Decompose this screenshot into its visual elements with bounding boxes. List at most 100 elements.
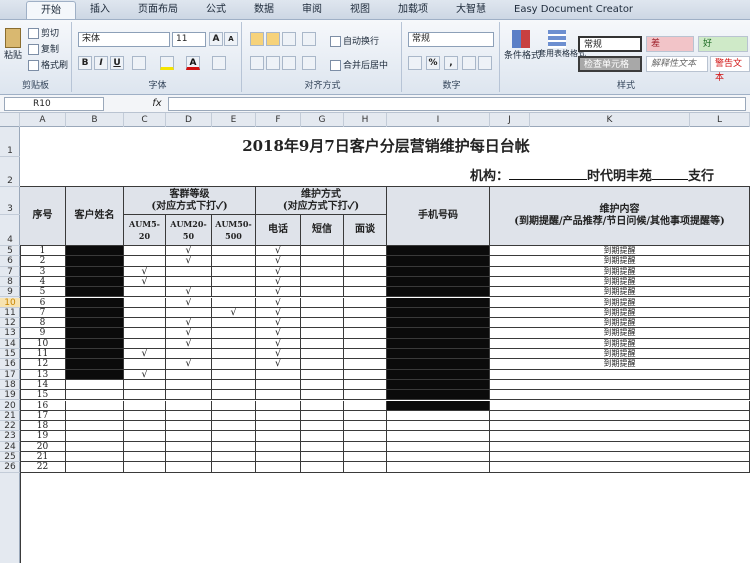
column-header[interactable]: K bbox=[530, 113, 690, 127]
row-header[interactable]: 5 bbox=[0, 246, 20, 257]
aum-cell[interactable] bbox=[166, 452, 212, 463]
content-cell[interactable] bbox=[490, 441, 750, 452]
mobile-cell[interactable] bbox=[387, 318, 490, 329]
meet-cell[interactable] bbox=[344, 246, 387, 257]
percent-button[interactable]: % bbox=[426, 56, 440, 70]
select-all-corner[interactable] bbox=[0, 113, 20, 127]
sms-cell[interactable] bbox=[301, 452, 344, 463]
phone-cell[interactable]: √ bbox=[256, 359, 301, 370]
aum-cell[interactable] bbox=[166, 431, 212, 442]
aum-cell[interactable] bbox=[124, 410, 166, 422]
mobile-cell[interactable] bbox=[387, 452, 490, 463]
aum-cell[interactable] bbox=[124, 421, 166, 432]
meet-cell[interactable] bbox=[344, 441, 387, 452]
mobile-cell[interactable] bbox=[387, 359, 490, 370]
aum-cell[interactable] bbox=[212, 400, 256, 411]
ribbon-tab[interactable]: 视图 bbox=[336, 1, 384, 19]
seq-cell[interactable]: 5 bbox=[20, 287, 66, 298]
customer-name-cell[interactable] bbox=[66, 462, 124, 473]
font-shrink-button[interactable]: A bbox=[224, 32, 238, 46]
aum-cell[interactable]: √ bbox=[124, 266, 166, 277]
content-cell[interactable]: 到期提醒 bbox=[490, 287, 750, 298]
sms-cell[interactable] bbox=[301, 256, 344, 267]
row-header[interactable]: 23 bbox=[0, 431, 20, 442]
style-warning[interactable]: 警告文本 bbox=[710, 56, 750, 83]
align-bottom-icon[interactable] bbox=[282, 32, 296, 46]
seq-cell[interactable]: 1 bbox=[20, 246, 66, 257]
seq-cell[interactable]: 14 bbox=[20, 379, 66, 391]
font-name-select[interactable]: 宋体 bbox=[78, 32, 170, 47]
aum-cell[interactable] bbox=[212, 287, 256, 298]
customer-name-cell[interactable] bbox=[66, 400, 124, 411]
sms-cell[interactable] bbox=[301, 349, 344, 360]
meet-cell[interactable] bbox=[344, 452, 387, 463]
customer-name-cell[interactable] bbox=[66, 441, 124, 452]
aum-cell[interactable] bbox=[212, 441, 256, 452]
row-header[interactable]: 7 bbox=[0, 267, 20, 277]
aum-cell[interactable] bbox=[212, 349, 256, 360]
decrease-decimal-icon[interactable] bbox=[478, 56, 492, 70]
phonetic-icon[interactable] bbox=[212, 56, 226, 70]
phone-cell[interactable] bbox=[256, 441, 301, 452]
row-header[interactable]: 24 bbox=[0, 442, 20, 452]
customer-name-cell[interactable] bbox=[66, 266, 124, 277]
content-cell[interactable]: 到期提醒 bbox=[490, 297, 750, 308]
aum-cell[interactable] bbox=[212, 276, 256, 288]
row-header[interactable]: 4 bbox=[0, 215, 20, 246]
column-header[interactable]: C bbox=[124, 113, 166, 127]
aum-cell[interactable] bbox=[166, 441, 212, 452]
aum-cell[interactable] bbox=[212, 421, 256, 432]
meet-cell[interactable] bbox=[344, 369, 387, 380]
aum-cell[interactable] bbox=[166, 400, 212, 411]
meet-cell[interactable] bbox=[344, 359, 387, 370]
borders-icon[interactable] bbox=[132, 56, 146, 70]
content-cell[interactable]: 到期提醒 bbox=[490, 256, 750, 267]
meet-cell[interactable] bbox=[344, 379, 387, 391]
header-aum-20-50[interactable]: AUM20-50 bbox=[166, 215, 212, 246]
aum-cell[interactable] bbox=[124, 287, 166, 298]
sms-cell[interactable] bbox=[301, 307, 344, 319]
header-content[interactable]: 维护内容 (到期提醒/产品推荐/节日问候/其他事项提醒等) bbox=[490, 187, 750, 246]
phone-cell[interactable] bbox=[256, 410, 301, 422]
meet-cell[interactable] bbox=[344, 431, 387, 442]
customer-name-cell[interactable] bbox=[66, 410, 124, 422]
meet-cell[interactable] bbox=[344, 421, 387, 432]
aum-cell[interactable]: √ bbox=[166, 318, 212, 329]
mobile-cell[interactable] bbox=[387, 390, 490, 401]
aum-cell[interactable] bbox=[212, 369, 256, 380]
sms-cell[interactable] bbox=[301, 276, 344, 288]
aum-cell[interactable]: √ bbox=[212, 307, 256, 319]
customer-name-cell[interactable] bbox=[66, 359, 124, 370]
mobile-cell[interactable] bbox=[387, 256, 490, 267]
aum-cell[interactable]: √ bbox=[166, 328, 212, 339]
customer-name-cell[interactable] bbox=[66, 246, 124, 257]
currency-icon[interactable] bbox=[408, 56, 422, 70]
style-bad[interactable]: 差 bbox=[646, 36, 694, 52]
content-cell[interactable]: 到期提醒 bbox=[490, 349, 750, 360]
row-header[interactable]: 16 bbox=[0, 359, 20, 370]
customer-name-cell[interactable] bbox=[66, 338, 124, 349]
aum-cell[interactable] bbox=[124, 256, 166, 267]
aum-cell[interactable] bbox=[166, 266, 212, 277]
phone-cell[interactable] bbox=[256, 431, 301, 442]
aum-cell[interactable]: √ bbox=[124, 369, 166, 380]
wrap-text-button[interactable]: 自动换行 bbox=[330, 34, 379, 47]
aum-cell[interactable] bbox=[212, 328, 256, 339]
seq-cell[interactable]: 16 bbox=[20, 400, 66, 411]
column-header[interactable]: F bbox=[256, 113, 301, 127]
meet-cell[interactable] bbox=[344, 338, 387, 349]
sms-cell[interactable] bbox=[301, 318, 344, 329]
meet-cell[interactable] bbox=[344, 256, 387, 267]
phone-cell[interactable] bbox=[256, 421, 301, 432]
align-left-icon[interactable] bbox=[250, 56, 264, 70]
aum-cell[interactable] bbox=[124, 390, 166, 401]
align-center-icon[interactable] bbox=[266, 56, 280, 70]
sms-cell[interactable] bbox=[301, 266, 344, 277]
seq-cell[interactable]: 4 bbox=[20, 276, 66, 288]
mobile-cell[interactable] bbox=[387, 328, 490, 339]
header-mobile[interactable]: 手机号码 bbox=[387, 187, 490, 246]
align-top-icon[interactable] bbox=[250, 32, 264, 46]
column-header[interactable]: A bbox=[20, 113, 66, 127]
seq-cell[interactable]: 20 bbox=[20, 441, 66, 452]
seq-cell[interactable]: 13 bbox=[20, 369, 66, 380]
